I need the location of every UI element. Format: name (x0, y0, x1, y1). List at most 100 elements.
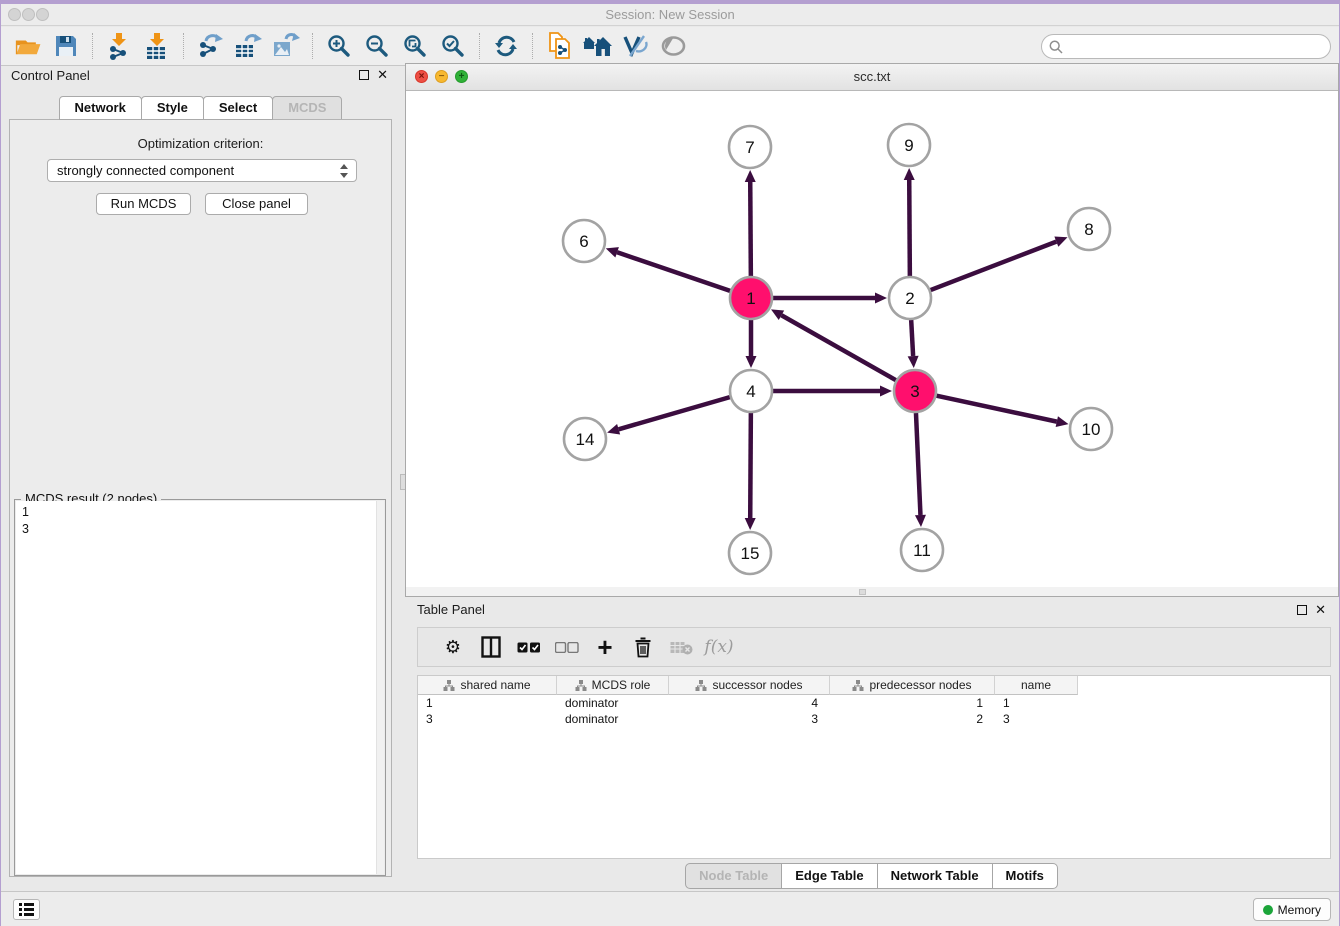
graph-edge-3-11[interactable] (916, 413, 920, 515)
tab-node-table[interactable]: Node Table (685, 863, 782, 889)
save-session-icon[interactable] (47, 30, 85, 62)
tab-network-table[interactable]: Network Table (877, 863, 993, 889)
column-label: predecessor nodes (869, 678, 971, 692)
graph-node-label: 15 (741, 544, 760, 563)
memory-status-icon (1263, 905, 1273, 915)
export-network-icon[interactable] (191, 30, 229, 62)
zoom-selected-icon[interactable] (434, 30, 472, 62)
task-history-button[interactable] (13, 899, 40, 920)
toolbar-separator (183, 33, 184, 59)
graph-node-label: 7 (745, 138, 754, 157)
close-panel-icon[interactable]: ✕ (377, 67, 388, 83)
graph-arrowhead (1056, 416, 1069, 427)
tab-network[interactable]: Network (59, 96, 142, 120)
toolbar-separator (479, 33, 480, 59)
table-row[interactable]: 3dominator323 (418, 711, 1330, 727)
add-row-icon[interactable]: + (586, 632, 624, 662)
toolbar-separator (312, 33, 313, 59)
column-header-predecessor-nodes[interactable]: predecessor nodes (830, 676, 995, 695)
table-float-icon[interactable] (1297, 605, 1307, 615)
table-cell: 2 (830, 711, 995, 727)
graph-edge-1-6[interactable] (617, 252, 730, 291)
first-neighbors-icon[interactable] (578, 30, 616, 62)
table-cell: 4 (669, 695, 830, 711)
table-cell: dominator (557, 711, 669, 727)
tab-motifs[interactable]: Motifs (992, 863, 1058, 889)
zoom-in-icon[interactable] (320, 30, 358, 62)
mcds-result-area[interactable]: 1 3 (16, 501, 384, 874)
close-panel-button[interactable]: Close panel (205, 193, 308, 215)
search-field (1041, 34, 1331, 59)
mcds-result-text: 1 3 (16, 501, 384, 541)
export-table-icon[interactable] (229, 30, 267, 62)
delete-row-icon[interactable] (624, 632, 662, 662)
table-cell: dominator (557, 695, 669, 711)
import-network-icon[interactable] (100, 30, 138, 62)
table-header-row: shared nameMCDS rolesuccessor nodes prede… (418, 676, 1330, 695)
graph-arrowhead (915, 515, 926, 527)
network-canvas[interactable]: 1234678910111415 (406, 91, 1338, 588)
table-cell: 1 (995, 695, 1078, 711)
float-panel-icon[interactable] (359, 70, 369, 80)
window-title: Session: New Session (1, 7, 1339, 22)
duplicate-network-icon[interactable] (540, 30, 578, 62)
memory-label: Memory (1278, 903, 1321, 917)
graph-node-label: 6 (579, 232, 588, 251)
optimization-label: Optimization criterion: (10, 136, 391, 151)
search-input[interactable] (1068, 38, 1330, 55)
column-header-name[interactable]: name (995, 676, 1078, 695)
graph-arrowhead (875, 293, 887, 304)
network-window-title: scc.txt (406, 69, 1338, 84)
column-header-shared-name[interactable]: shared name (418, 676, 557, 695)
zoom-fit-icon[interactable] (396, 30, 434, 62)
criterion-select[interactable]: strongly connected component (47, 159, 357, 182)
table-close-icon[interactable]: ✕ (1315, 602, 1326, 618)
gear-icon[interactable]: ⚙ (434, 632, 472, 662)
result-scrollbar[interactable] (376, 501, 384, 874)
import-table-icon[interactable] (138, 30, 176, 62)
list-icon (19, 903, 34, 916)
sort-hierarchy-icon (443, 680, 455, 691)
columns-icon[interactable] (472, 632, 510, 662)
delete-table-icon (662, 632, 700, 662)
select-all-icon[interactable] (510, 632, 548, 662)
control-panel: Control Panel ✕ NetworkStyleSelectMCDS O… (1, 63, 401, 891)
column-header-MCDS-role[interactable]: MCDS role (557, 676, 669, 695)
graph-edge-3-1[interactable] (781, 315, 895, 380)
run-mcds-button[interactable]: Run MCDS (96, 193, 191, 215)
tab-edge-table[interactable]: Edge Table (781, 863, 877, 889)
export-image-icon[interactable] (267, 30, 305, 62)
tab-select[interactable]: Select (203, 96, 273, 120)
open-file-icon[interactable] (9, 30, 47, 62)
zoom-out-icon[interactable] (358, 30, 396, 62)
toolbar-separator (92, 33, 93, 59)
table-row[interactable]: 1dominator411 (418, 695, 1330, 711)
graph-edge-2-3[interactable] (911, 320, 913, 356)
table-cell: 1 (830, 695, 995, 711)
hide-selected-icon[interactable] (616, 30, 654, 62)
graph-edge-4-14[interactable] (619, 397, 730, 429)
tab-mcds[interactable]: MCDS (272, 96, 342, 120)
tab-style[interactable]: Style (141, 96, 204, 120)
show-graphics-details-icon[interactable] (654, 30, 692, 62)
graph-edge-4-15[interactable] (750, 413, 751, 518)
splitter-grip[interactable] (859, 589, 866, 595)
graph-edge-1-7[interactable] (750, 182, 751, 276)
graph-edge-3-10[interactable] (937, 396, 1057, 422)
graph-edge-2-8[interactable] (931, 242, 1057, 290)
app-window: Session: New Session (1, 4, 1339, 926)
column-header-successor-nodes[interactable]: successor nodes (669, 676, 830, 695)
graph-node-label: 9 (904, 136, 913, 155)
graph-edge-2-9[interactable] (909, 180, 910, 276)
select-stepper-icon (338, 163, 350, 179)
select-none-icon[interactable] (548, 632, 586, 662)
table-tabs: Node TableEdge TableNetwork TableMotifs (405, 863, 1339, 889)
refresh-icon[interactable] (487, 30, 525, 62)
memory-button[interactable]: Memory (1253, 898, 1331, 921)
graph-node-label: 10 (1082, 420, 1101, 439)
horizontal-splitter[interactable] (406, 587, 1338, 596)
main-toolbar (1, 27, 1339, 66)
function-builder-icon: f(x) (700, 632, 738, 662)
graph-node-label: 8 (1084, 220, 1093, 239)
table-toolbar: ⚙ + f(x) (417, 627, 1331, 667)
